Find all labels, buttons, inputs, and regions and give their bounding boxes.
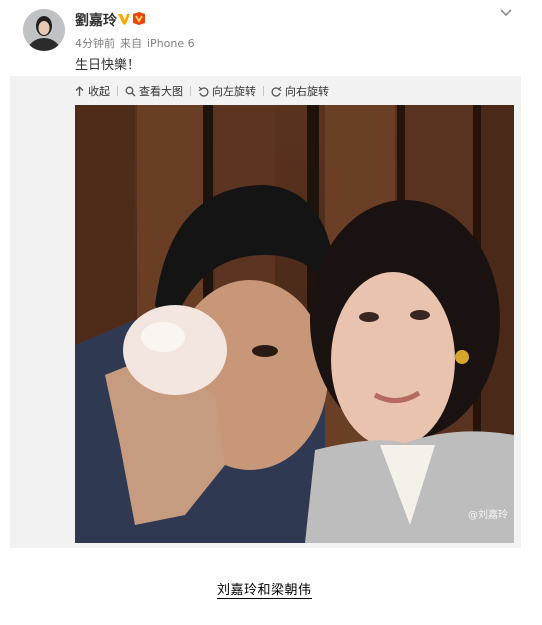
post-source-device[interactable]: iPhone 6 bbox=[147, 37, 195, 50]
image-caption: 刘嘉玲和梁朝伟 bbox=[217, 583, 312, 599]
rotate-right-icon bbox=[271, 86, 282, 97]
post-meta: 4分钟前 来自 iPhone 6 bbox=[75, 35, 195, 51]
rotate-right-label: 向右旋转 bbox=[285, 85, 329, 98]
rotate-left-label: 向左旋转 bbox=[212, 85, 256, 98]
avatar[interactable] bbox=[23, 9, 65, 51]
post-photo[interactable]: @刘嘉玲 bbox=[75, 105, 514, 543]
post-text: 生日快樂！ bbox=[75, 58, 141, 73]
collapse-icon bbox=[75, 85, 84, 96]
collapse-label: 收起 bbox=[88, 85, 110, 98]
view-large-button[interactable]: 查看大图 bbox=[125, 83, 183, 99]
magnifier-icon bbox=[125, 86, 136, 96]
rotate-left-button[interactable]: 向左旋转 bbox=[198, 83, 256, 99]
media-toolbar: 收起 查看大图 向左旋转 向右旋转 bbox=[74, 82, 329, 100]
weibo-post: 劉嘉玲 4分钟前 来自 iPhone 6 生日快樂！ 收起 查看大图 向左旋转 … bbox=[0, 0, 542, 560]
view-large-label: 查看大图 bbox=[139, 85, 183, 98]
username[interactable]: 劉嘉玲 bbox=[75, 10, 117, 30]
photo-watermark: @刘嘉玲 bbox=[468, 510, 508, 521]
verified-icon bbox=[118, 14, 130, 25]
collapse-button[interactable]: 收起 bbox=[74, 83, 110, 99]
selfie-image bbox=[75, 105, 514, 543]
rotate-left-icon bbox=[198, 86, 209, 97]
toolbar-divider bbox=[117, 86, 118, 96]
avatar-portrait bbox=[23, 9, 65, 51]
vip-icon bbox=[133, 12, 145, 25]
post-time[interactable]: 4分钟前 bbox=[75, 37, 115, 50]
post-source-prefix: 来自 bbox=[120, 37, 142, 50]
toolbar-divider bbox=[190, 86, 191, 96]
chevron-down-icon[interactable] bbox=[498, 7, 514, 19]
rotate-right-button[interactable]: 向右旋转 bbox=[271, 83, 329, 99]
toolbar-divider bbox=[263, 86, 264, 96]
